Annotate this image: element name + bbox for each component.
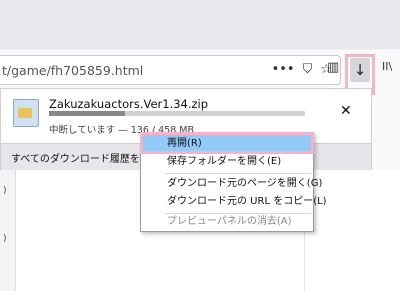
download-file-name[interactable]: Zakuzakuactors.Ver1.34.zip [49, 97, 208, 111]
download-progress-fill [49, 111, 126, 116]
side-mark: ) [3, 234, 7, 244]
download-progress-bar [49, 111, 305, 116]
tab-strip [0, 0, 400, 49]
zip-file-icon [13, 99, 39, 127]
resume-highlight [140, 132, 314, 154]
library-icon[interactable]: ▥ [327, 60, 339, 75]
cancel-download-icon[interactable]: ✕ [340, 103, 352, 119]
menu-item-clear-preview[interactable]: プレビューパネルの消去(A) [141, 213, 313, 231]
overflow-menu-icon[interactable]: II\ [382, 60, 392, 73]
menu-separator [165, 173, 311, 174]
url-bar-actions: ••• ⛉ ☆ [272, 62, 332, 78]
side-mark: ) [3, 186, 7, 196]
url-text[interactable]: t/game/fh705859.html [2, 63, 143, 78]
menu-item-copy-source-url[interactable]: ダウンロード元の URL をコピー(L) [141, 193, 327, 211]
pocket-icon[interactable]: ⛉ [303, 62, 313, 78]
browser-toolbar [0, 0, 400, 50]
menu-item-open-source-page[interactable]: ダウンロード元のページを開く(G) [141, 175, 322, 193]
menu-item-open-folder[interactable]: 保存フォルダーを開く(E) [141, 153, 313, 171]
url-bar[interactable]: t/game/fh705859.html ••• ⛉ ☆ [0, 55, 341, 85]
page-left-strip: ) ) [0, 170, 16, 291]
more-actions-icon[interactable]: ••• [272, 62, 295, 78]
